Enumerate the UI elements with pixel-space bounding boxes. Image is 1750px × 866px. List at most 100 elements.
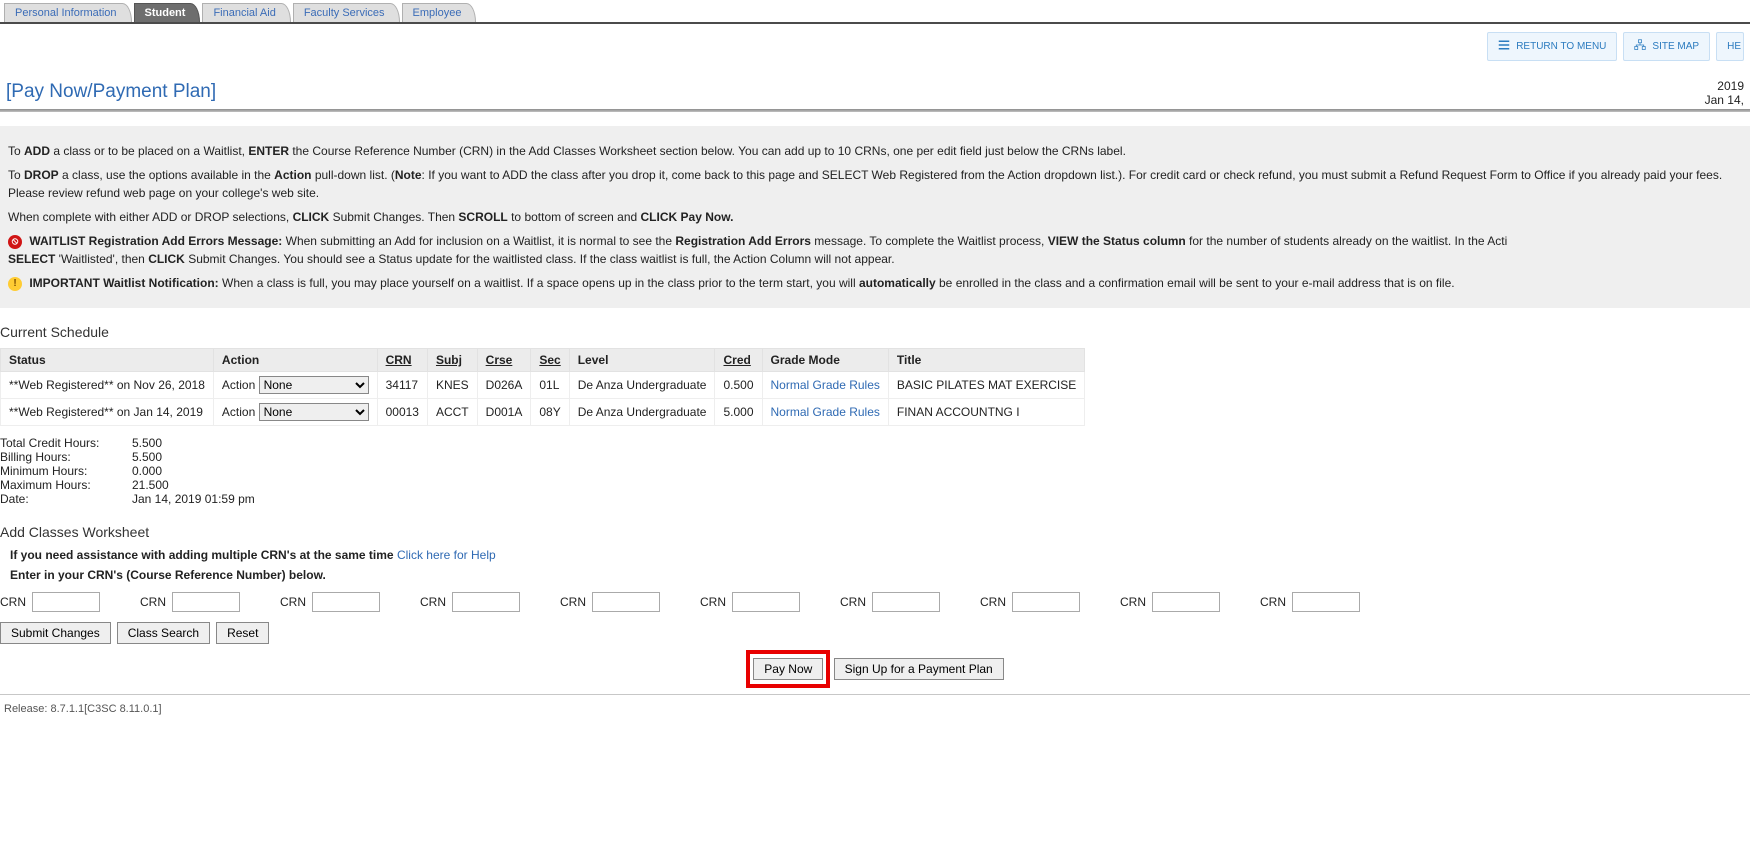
cell-crse: D026A <box>477 372 531 399</box>
col-subj[interactable]: Subj <box>427 349 477 372</box>
crn-item: CRN <box>700 592 800 612</box>
crn-item: CRN <box>280 592 380 612</box>
instruction-submit: When complete with either ADD or DROP se… <box>8 208 1742 226</box>
col-crse[interactable]: Crse <box>477 349 531 372</box>
col-action: Action <box>213 349 377 372</box>
crn-label: CRN <box>700 595 726 609</box>
schedule-table: Status Action CRN Subj Crse Sec Level Cr… <box>0 348 1085 426</box>
instruction-drop: To DROP a class, use the options availab… <box>8 166 1742 202</box>
cell-crse: D001A <box>477 399 531 426</box>
tab-student[interactable]: Student <box>134 3 201 22</box>
instruction-box: To ADD a class or to be placed on a Wait… <box>0 126 1750 308</box>
help-label: HE <box>1727 41 1741 52</box>
grade-mode-link[interactable]: Normal Grade Rules <box>771 378 880 392</box>
crn-label: CRN <box>560 595 586 609</box>
cell-crn: 00013 <box>377 399 427 426</box>
crn-input[interactable] <box>1152 592 1220 612</box>
footer-divider <box>0 694 1750 695</box>
crn-input[interactable] <box>1012 592 1080 612</box>
cell-sec: 08Y <box>531 399 569 426</box>
crn-label: CRN <box>420 595 446 609</box>
crn-item: CRN <box>980 592 1080 612</box>
class-search-button[interactable]: Class Search <box>117 622 210 644</box>
min-hours-value: 0.000 <box>132 464 162 478</box>
action-select[interactable]: None <box>259 376 369 394</box>
col-grade: Grade Mode <box>762 349 888 372</box>
crn-label: CRN <box>840 595 866 609</box>
crn-input[interactable] <box>1292 592 1360 612</box>
site-map-button[interactable]: SITE MAP <box>1623 32 1710 61</box>
cell-subj: KNES <box>427 372 477 399</box>
crn-label: CRN <box>0 595 26 609</box>
instruction-waitlist-notify: ! IMPORTANT Waitlist Notification: When … <box>8 274 1742 292</box>
total-credit-value: 5.500 <box>132 436 162 450</box>
max-hours-value: 21.500 <box>132 478 169 492</box>
submit-changes-button[interactable]: Submit Changes <box>0 622 111 644</box>
crn-label: CRN <box>140 595 166 609</box>
action-button-row: Submit Changes Class Search Reset <box>0 622 1750 644</box>
payment-plan-button[interactable]: Sign Up for a Payment Plan <box>834 658 1004 680</box>
col-status: Status <box>1 349 214 372</box>
pay-button-row: Pay Now Sign Up for a Payment Plan <box>0 650 1750 688</box>
help-link[interactable]: Click here for Help <box>397 548 496 562</box>
cell-grade: Normal Grade Rules <box>762 399 888 426</box>
crn-label: CRN <box>1120 595 1146 609</box>
worksheet-enter-line: Enter in your CRN's (Course Reference Nu… <box>10 568 1750 582</box>
tab-employee[interactable]: Employee <box>402 3 477 22</box>
crn-input[interactable] <box>312 592 380 612</box>
col-cred[interactable]: Cred <box>715 349 762 372</box>
cell-cred: 5.000 <box>715 399 762 426</box>
col-level: Level <box>569 349 715 372</box>
action-select[interactable]: None <box>259 403 369 421</box>
reset-button[interactable]: Reset <box>216 622 269 644</box>
table-row: **Web Registered** on Jan 14, 2019Action… <box>1 399 1085 426</box>
tab-personal-information[interactable]: Personal Information <box>4 3 132 22</box>
cell-level: De Anza Undergraduate <box>569 372 715 399</box>
instruction-waitlist-errors: ⦸ WAITLIST Registration Add Errors Messa… <box>8 232 1742 268</box>
tab-faculty-services[interactable]: Faculty Services <box>293 3 400 22</box>
col-crn[interactable]: CRN <box>377 349 427 372</box>
grade-mode-link[interactable]: Normal Grade Rules <box>771 405 880 419</box>
site-map-label: SITE MAP <box>1652 41 1699 52</box>
worksheet-help-line: If you need assistance with adding multi… <box>10 548 1750 562</box>
main-tabs: Personal InformationStudentFinancial Aid… <box>0 0 1750 24</box>
min-hours-label: Minimum Hours: <box>0 464 132 478</box>
utility-bar: RETURN TO MENU SITE MAP HE <box>0 24 1750 65</box>
crn-label: CRN <box>980 595 1006 609</box>
page-date: 2019 Jan 14, <box>1705 79 1744 107</box>
crn-row: CRN CRN CRN CRN CRN CRN CRN CRN CRN CRN <box>0 592 1750 612</box>
crn-input[interactable] <box>172 592 240 612</box>
crn-item: CRN <box>840 592 940 612</box>
crn-input[interactable] <box>592 592 660 612</box>
col-title: Title <box>888 349 1084 372</box>
table-row: **Web Registered** on Nov 26, 2018Action… <box>1 372 1085 399</box>
menu-icon <box>1498 39 1510 54</box>
page-date-text: Jan 14, <box>1705 93 1744 107</box>
help-button[interactable]: HE <box>1716 32 1744 61</box>
return-to-menu-button[interactable]: RETURN TO MENU <box>1487 32 1617 61</box>
crn-input[interactable] <box>872 592 940 612</box>
crn-item: CRN <box>1260 592 1360 612</box>
cell-title: BASIC PILATES MAT EXERCISE <box>888 372 1084 399</box>
date-value: Jan 14, 2019 01:59 pm <box>132 492 255 506</box>
col-sec[interactable]: Sec <box>531 349 569 372</box>
cell-subj: ACCT <box>427 399 477 426</box>
warning-icon: ! <box>8 277 22 291</box>
release-text: Release: 8.7.1.1[C3SC 8.11.0.1] <box>0 701 1750 717</box>
billing-hours-value: 5.500 <box>132 450 162 464</box>
crn-label: CRN <box>280 595 306 609</box>
instruction-add: To ADD a class or to be placed on a Wait… <box>8 142 1742 160</box>
crn-item: CRN <box>140 592 240 612</box>
max-hours-label: Maximum Hours: <box>0 478 132 492</box>
crn-item: CRN <box>0 592 100 612</box>
tab-financial-aid[interactable]: Financial Aid <box>202 3 290 22</box>
page-title: [Pay Now/Payment Plan] <box>6 81 216 103</box>
crn-input[interactable] <box>732 592 800 612</box>
crn-input[interactable] <box>32 592 100 612</box>
cell-status: **Web Registered** on Jan 14, 2019 <box>1 399 214 426</box>
pay-now-button[interactable]: Pay Now <box>753 658 823 680</box>
total-credit-label: Total Credit Hours: <box>0 436 132 450</box>
crn-item: CRN <box>560 592 660 612</box>
crn-item: CRN <box>1120 592 1220 612</box>
crn-input[interactable] <box>452 592 520 612</box>
